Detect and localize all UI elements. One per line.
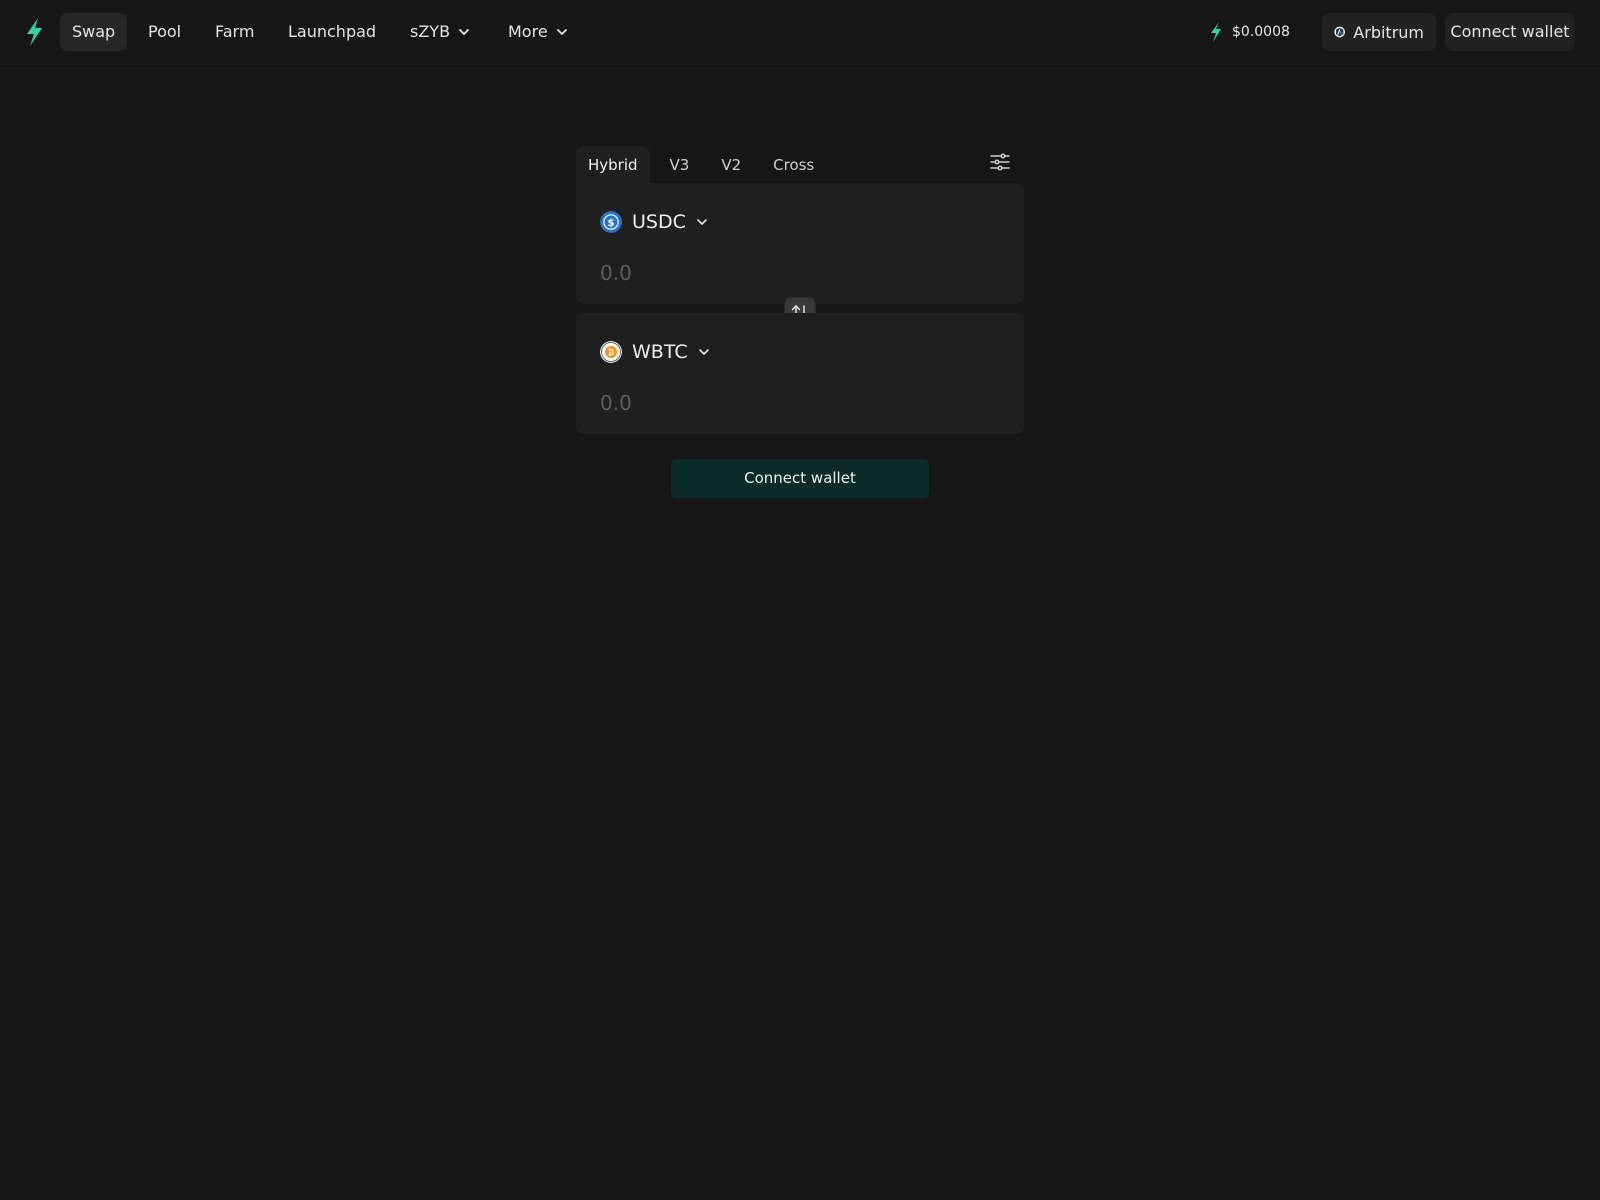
to-token-symbol: WBTC bbox=[632, 341, 688, 363]
to-amount-input[interactable] bbox=[600, 387, 1000, 419]
chevron-down-icon bbox=[698, 349, 709, 355]
token-price-value: $0.0008 bbox=[1232, 24, 1290, 40]
tab-v3[interactable]: V3 bbox=[658, 146, 702, 184]
tab-v2[interactable]: V2 bbox=[709, 146, 753, 184]
to-token-panel: ₿ WBTC bbox=[576, 313, 1024, 434]
nav-more-dropdown[interactable]: More bbox=[496, 13, 580, 51]
lightning-bolt-icon[interactable] bbox=[22, 17, 46, 47]
top-navbar: Swap Pool Farm Launchpad sZYB More $0.00… bbox=[0, 0, 1600, 65]
arbitrum-icon bbox=[1334, 26, 1345, 38]
from-amount-input[interactable] bbox=[600, 257, 1000, 289]
tab-cross[interactable]: Cross bbox=[761, 146, 826, 184]
token-price-display: $0.0008 bbox=[1208, 13, 1290, 51]
svg-text:₿: ₿ bbox=[608, 348, 615, 357]
swap-mode-tabs: Hybrid V3 V2 Cross bbox=[576, 146, 834, 184]
connect-wallet-button[interactable]: Connect wallet bbox=[671, 459, 929, 498]
to-token-selector[interactable]: ₿ WBTC bbox=[600, 337, 710, 367]
connect-wallet-header-button[interactable]: Connect wallet bbox=[1445, 13, 1575, 51]
nav-pool[interactable]: Pool bbox=[136, 13, 193, 51]
wbtc-icon: ₿ bbox=[600, 341, 622, 363]
svg-text:$: $ bbox=[608, 218, 615, 229]
nav-szyb-label: sZYB bbox=[410, 22, 451, 41]
from-token-symbol: USDC bbox=[632, 211, 686, 233]
settings-sliders-icon[interactable] bbox=[988, 150, 1012, 174]
usdc-icon: $ bbox=[600, 211, 622, 233]
nav-more-label: More bbox=[508, 22, 548, 41]
nav-farm[interactable]: Farm bbox=[203, 13, 266, 51]
lightning-bolt-icon bbox=[1211, 22, 1221, 42]
network-label: Arbitrum bbox=[1353, 22, 1424, 42]
chevron-down-icon bbox=[556, 29, 567, 35]
nav-szyb-dropdown[interactable]: sZYB bbox=[398, 13, 482, 51]
chevron-down-icon bbox=[459, 29, 469, 35]
nav-launchpad[interactable]: Launchpad bbox=[276, 13, 388, 51]
tab-hybrid[interactable]: Hybrid bbox=[576, 146, 650, 184]
from-token-selector[interactable]: $ USDC bbox=[600, 207, 708, 237]
chevron-down-icon bbox=[697, 219, 707, 225]
from-token-panel: $ USDC bbox=[576, 183, 1024, 304]
network-selector-button[interactable]: Arbitrum bbox=[1322, 13, 1436, 51]
nav-swap[interactable]: Swap bbox=[60, 13, 128, 51]
